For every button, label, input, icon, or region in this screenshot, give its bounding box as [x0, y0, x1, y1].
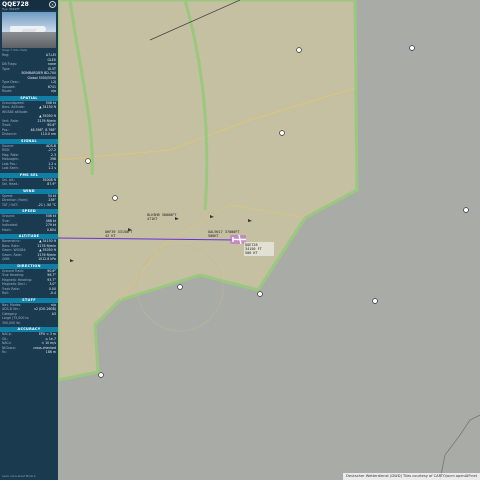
- info-value: A3: [51, 311, 56, 316]
- info-key: Sel. Head.:: [2, 182, 20, 186]
- info-sections: SPATIAL Groundspeed: 506 kt Baro. Altitude:…: [0, 95, 58, 355]
- info-key: 300,000 lb): [2, 320, 21, 325]
- info-value: 1012.8 hPa: [38, 257, 56, 261]
- info-row: Mach: 0.804: [0, 228, 58, 233]
- airport-marker[interactable]: [85, 158, 91, 164]
- info-key: Route:: [2, 89, 13, 93]
- info-row: Roll: -0.4: [0, 291, 58, 296]
- other-aircraft-label: 506KT: [208, 234, 219, 238]
- info-value: -0.4: [49, 291, 56, 295]
- info-key: WGS84 altitude:: [2, 109, 29, 114]
- info-row: Last Seen: 1.2 s: [0, 166, 58, 171]
- info-key: Roll:: [2, 291, 9, 295]
- info-row: Sel. Head.: 87.9°: [0, 182, 58, 187]
- info-key: Last Seen:: [2, 166, 19, 170]
- info-value: -21 / -50 °C: [37, 202, 56, 207]
- info-row: Distance: 110.0 nm: [0, 132, 58, 137]
- info-row: Route: n/a: [0, 89, 58, 94]
- airport-marker[interactable]: [98, 372, 104, 378]
- other-aircraft-label: 471KT: [147, 217, 158, 221]
- info-row: 300,000 lb): [0, 321, 58, 326]
- info-row: QNH: 1012.8 hPa: [0, 257, 58, 262]
- label-speed: 506 KT: [245, 251, 259, 255]
- info-key: QNH:: [2, 257, 11, 261]
- info-row: Rc: 186 m: [0, 350, 58, 355]
- airport-marker[interactable]: [372, 298, 378, 304]
- info-value: 186 m: [45, 350, 56, 354]
- airport-marker[interactable]: [177, 284, 183, 290]
- info-key: Reg:: [2, 53, 10, 57]
- map-canvas[interactable]: DLH3HB 38000FT 471KT OHF39 33150FT 42 KT…: [0, 0, 480, 480]
- airport-marker[interactable]: [257, 291, 263, 297]
- panel-header: QQE728 Hex: 8661EF ×: [0, 0, 58, 11]
- info-key: Rc:: [2, 350, 8, 354]
- info-key: Distance:: [2, 132, 18, 136]
- info-key: Type:: [2, 66, 11, 71]
- close-icon[interactable]: ×: [49, 1, 56, 8]
- info-value: 0.804: [46, 227, 56, 232]
- map-attribution[interactable]: Deutscher Wetterdienst (DWD) Tiles court…: [343, 473, 480, 480]
- info-key: TAT / OAT:: [2, 202, 18, 207]
- selected-aircraft-label[interactable]: QQE728 34150 FT 506 KT: [244, 242, 274, 256]
- airport-marker[interactable]: [279, 130, 285, 136]
- info-value: n/a: [50, 89, 56, 93]
- airport-marker[interactable]: [296, 47, 302, 53]
- info-key: Mach:: [2, 227, 12, 232]
- info-value: ▲ 34150 ft: [39, 105, 56, 109]
- mode-s-link[interactable]: Learn more about Mode S: [2, 475, 35, 478]
- aircraft-info-panel: QQE728 Hex: 8661EF × Image © Wilco Piete…: [0, 0, 58, 480]
- airport-marker[interactable]: [112, 195, 118, 201]
- selected-aircraft-icon[interactable]: [230, 234, 246, 245]
- info-value: 110.0 nm: [40, 132, 56, 136]
- info-row: TAT / OAT: -21 / -50 °C: [0, 203, 58, 208]
- aircraft-photo[interactable]: [2, 12, 56, 48]
- aircraft-details: Reg: A7-LEI GLEX DB Flags: none Type: GL5T BOMB…: [0, 53, 58, 94]
- airport-marker[interactable]: [463, 207, 469, 213]
- info-value: 1.2 s: [48, 166, 56, 170]
- info-value: 87.9°: [47, 182, 56, 186]
- other-aircraft-label: 42 KT: [105, 234, 116, 238]
- aircraft-hex: Hex: 8661EF: [2, 7, 20, 11]
- airport-marker[interactable]: [409, 45, 415, 51]
